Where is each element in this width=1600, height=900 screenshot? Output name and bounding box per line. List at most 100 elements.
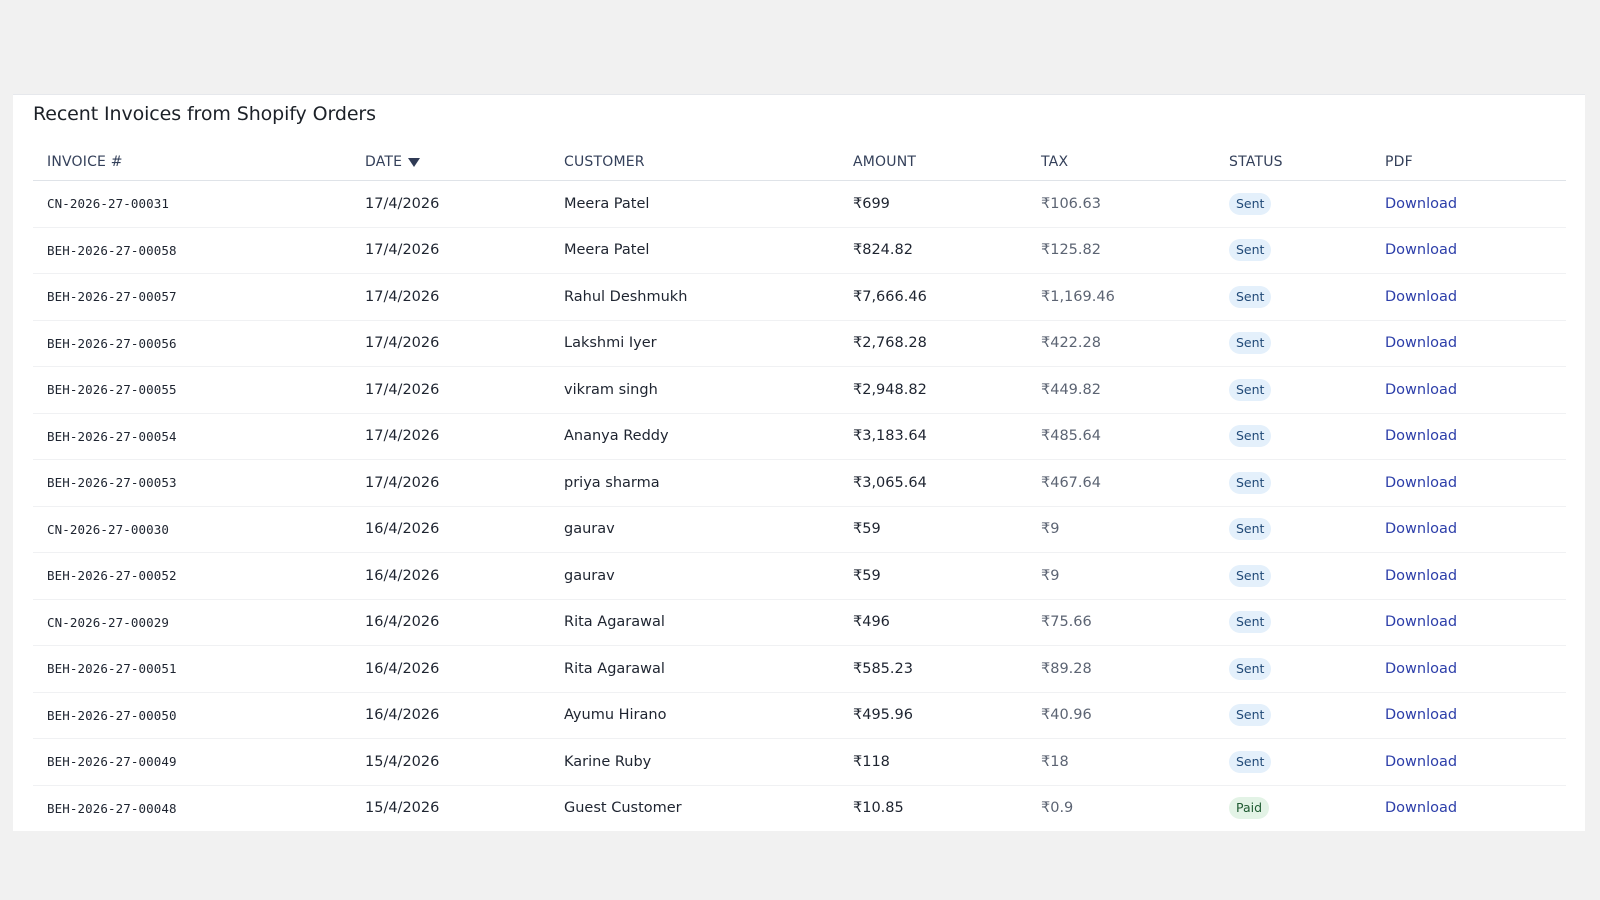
download-link[interactable]: Download [1385, 382, 1457, 398]
pdf-cell: Download [1385, 552, 1566, 600]
status-badge: Sent [1229, 332, 1272, 355]
amount-value: ₹59 [853, 567, 881, 584]
table-row[interactable]: BEH-2026-27-00057 17/4/2026 Rahul Deshmu… [33, 273, 1566, 321]
customer-cell: Meera Patel [564, 227, 853, 274]
date-cell: 15/4/2026 [365, 738, 564, 786]
status-cell: Sent [1229, 413, 1385, 460]
download-link[interactable]: Download [1385, 754, 1457, 770]
column-header-amount[interactable]: AMOUNT [853, 144, 1041, 181]
tax-value: ₹9 [1041, 521, 1060, 538]
table-row[interactable]: BEH-2026-27-00058 17/4/2026 Meera Patel … [33, 227, 1566, 274]
table-header: INVOICE # DATE CUSTOMER AMOUNT TAX STATU… [33, 144, 1566, 181]
amount-cell: ₹2,948.82 [853, 366, 1041, 414]
status-cell: Paid [1229, 785, 1385, 831]
download-link[interactable]: Download [1385, 335, 1457, 351]
tax-cell: ₹9 [1041, 552, 1229, 600]
column-header-status[interactable]: STATUS [1229, 144, 1385, 181]
table-row[interactable]: BEH-2026-27-00053 17/4/2026 priya sharma… [33, 459, 1566, 507]
customer-cell: gaurav [564, 506, 853, 553]
column-header-tax[interactable]: TAX [1041, 144, 1229, 181]
amount-value: ₹10.85 [853, 800, 904, 817]
invoice-number-cell: CN-2026-27-00030 [33, 506, 365, 553]
column-header-pdf[interactable]: PDF [1385, 144, 1566, 181]
table-row[interactable]: BEH-2026-27-00049 15/4/2026 Karine Ruby … [33, 738, 1566, 786]
invoice-number-cell: BEH-2026-27-00053 [33, 459, 365, 507]
amount-cell: ₹7,666.46 [853, 273, 1041, 321]
table-row[interactable]: BEH-2026-27-00054 17/4/2026 Ananya Reddy… [33, 413, 1566, 460]
tax-cell: ₹467.64 [1041, 459, 1229, 507]
date-cell: 17/4/2026 [365, 227, 564, 274]
download-link[interactable]: Download [1385, 800, 1457, 816]
invoice-number-cell: BEH-2026-27-00054 [33, 413, 365, 460]
customer-name: gaurav [564, 567, 615, 584]
invoice-number-cell: BEH-2026-27-00058 [33, 227, 365, 274]
customer-name: Guest Customer [564, 800, 682, 817]
status-badge: Sent [1229, 471, 1272, 494]
download-link[interactable]: Download [1385, 196, 1457, 212]
tax-value: ₹40.96 [1041, 707, 1092, 724]
status-badge: Sent [1229, 425, 1272, 448]
invoice-date: 17/4/2026 [365, 242, 440, 259]
customer-name: Rahul Deshmukh [564, 288, 688, 305]
invoices-card: Recent Invoices from Shopify Orders INVO… [13, 94, 1585, 831]
table-row[interactable]: BEH-2026-27-00056 17/4/2026 Lakshmi Iyer… [33, 320, 1566, 367]
invoice-number: BEH-2026-27-00048 [47, 800, 177, 816]
pdf-cell: Download [1385, 366, 1566, 414]
pdf-cell: Download [1385, 273, 1566, 321]
pdf-cell: Download [1385, 692, 1566, 739]
pdf-cell: Download [1385, 320, 1566, 367]
amount-value: ₹59 [853, 521, 881, 538]
tax-value: ₹125.82 [1041, 242, 1101, 259]
status-cell: Sent [1229, 506, 1385, 553]
table-row[interactable]: BEH-2026-27-00055 17/4/2026 vikram singh… [33, 366, 1566, 414]
download-link[interactable]: Download [1385, 475, 1457, 491]
table-row[interactable]: CN-2026-27-00031 17/4/2026 Meera Patel ₹… [33, 180, 1566, 228]
pdf-cell: Download [1385, 599, 1566, 646]
tax-value: ₹9 [1041, 567, 1060, 584]
invoice-number-cell: BEH-2026-27-00048 [33, 785, 365, 831]
status-badge: Sent [1229, 239, 1272, 262]
status-badge: Sent [1229, 564, 1272, 587]
tax-value: ₹1,169.46 [1041, 288, 1115, 305]
date-cell: 17/4/2026 [365, 320, 564, 367]
tax-value: ₹89.28 [1041, 660, 1092, 677]
amount-value: ₹2,948.82 [853, 381, 927, 398]
status-cell: Sent [1229, 320, 1385, 367]
status-cell: Sent [1229, 227, 1385, 274]
invoice-date: 17/4/2026 [365, 474, 440, 491]
column-header-invoice[interactable]: INVOICE # [33, 144, 365, 181]
download-link[interactable]: Download [1385, 661, 1457, 677]
download-link[interactable]: Download [1385, 428, 1457, 444]
amount-value: ₹585.23 [853, 660, 913, 677]
download-link[interactable]: Download [1385, 242, 1457, 258]
column-header-date[interactable]: DATE [365, 144, 564, 181]
tax-value: ₹75.66 [1041, 614, 1092, 631]
tax-cell: ₹9 [1041, 506, 1229, 553]
column-header-customer[interactable]: CUSTOMER [564, 144, 853, 181]
download-link[interactable]: Download [1385, 521, 1457, 537]
pdf-cell: Download [1385, 413, 1566, 460]
date-cell: 17/4/2026 [365, 273, 564, 321]
date-cell: 16/4/2026 [365, 552, 564, 600]
table-row[interactable]: BEH-2026-27-00050 16/4/2026 Ayumu Hirano… [33, 692, 1566, 739]
download-link[interactable]: Download [1385, 707, 1457, 723]
status-badge: Sent [1229, 192, 1272, 215]
customer-name: gaurav [564, 521, 615, 538]
table-row[interactable]: CN-2026-27-00030 16/4/2026 gaurav ₹59 ₹9… [33, 506, 1566, 553]
table-row[interactable]: BEH-2026-27-00052 16/4/2026 gaurav ₹59 ₹… [33, 552, 1566, 600]
download-link[interactable]: Download [1385, 568, 1457, 584]
tax-cell: ₹40.96 [1041, 692, 1229, 739]
date-cell: 16/4/2026 [365, 599, 564, 646]
invoice-date: 16/4/2026 [365, 614, 440, 631]
download-link[interactable]: Download [1385, 614, 1457, 630]
amount-cell: ₹824.82 [853, 227, 1041, 274]
pdf-cell: Download [1385, 645, 1566, 693]
tax-value: ₹449.82 [1041, 381, 1101, 398]
customer-name: Ayumu Hirano [564, 707, 667, 724]
table-row[interactable]: BEH-2026-27-00048 15/4/2026 Guest Custom… [33, 785, 1566, 831]
customer-cell: Meera Patel [564, 180, 853, 228]
tax-value: ₹18 [1041, 753, 1069, 770]
download-link[interactable]: Download [1385, 289, 1457, 305]
table-row[interactable]: CN-2026-27-00029 16/4/2026 Rita Agarawal… [33, 599, 1566, 646]
table-row[interactable]: BEH-2026-27-00051 16/4/2026 Rita Agarawa… [33, 645, 1566, 693]
